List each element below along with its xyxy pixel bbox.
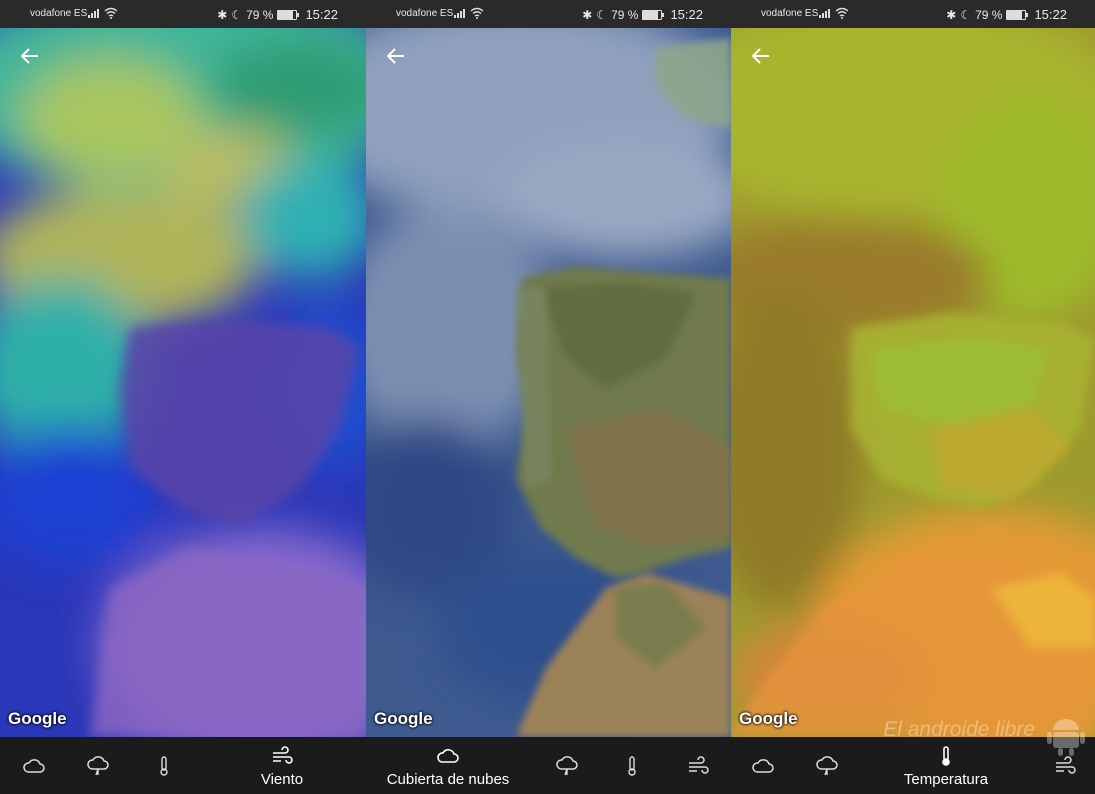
bottom-nav: Viento	[0, 737, 366, 794]
cloud-rain-icon	[816, 755, 838, 775]
tab-temperature[interactable]	[148, 737, 180, 794]
battery-percent: 79 %	[975, 7, 1003, 22]
cloud-icon	[23, 758, 45, 773]
back-arrow-icon[interactable]	[384, 44, 408, 68]
tab-temperature[interactable]: Temperatura	[901, 737, 991, 794]
wifi-icon	[104, 7, 118, 19]
moon-icon: ☾	[596, 7, 608, 22]
map-view[interactable]: Google	[0, 28, 366, 737]
tab-temperature[interactable]	[616, 737, 648, 794]
cloud-rain-icon	[556, 755, 578, 775]
android-robot-icon	[1047, 719, 1085, 756]
google-attribution: Google	[374, 709, 433, 728]
temperature-map-screen: vodafone ES ✱ ☾ 79 % 15:22 Google Temper…	[731, 0, 1095, 794]
bluetooth-icon: ✱	[217, 7, 228, 22]
bluetooth-icon: ✱	[946, 7, 957, 22]
tab-wind[interactable]	[682, 737, 714, 794]
battery-fill	[278, 10, 293, 19]
battery-icon	[642, 9, 665, 20]
google-attribution: Google	[739, 709, 798, 728]
bottom-nav: Cubierta de nubes	[366, 737, 731, 794]
tab-rain[interactable]	[811, 737, 843, 794]
battery-percent: 79 %	[246, 7, 274, 22]
clock: 15:22	[1034, 7, 1067, 22]
bottom-nav: Temperatura	[731, 737, 1095, 794]
tab-cloud[interactable]	[747, 737, 779, 794]
cloud-overlay-map	[366, 28, 731, 737]
map-view[interactable]: Google	[731, 28, 1095, 737]
signal-icon	[88, 9, 99, 18]
wind-map-screen: vodafone ES ✱ ☾ 79 % 15:22 Google Viento	[0, 0, 366, 794]
cloud-rain-icon	[87, 755, 109, 775]
clock: 15:22	[305, 7, 338, 22]
wind-icon	[689, 755, 709, 774]
back-arrow-icon[interactable]	[749, 44, 773, 68]
tab-cloud[interactable]	[18, 737, 50, 794]
cloud-icon	[437, 748, 459, 763]
tab-rain[interactable]	[82, 737, 114, 794]
tab-rain[interactable]	[551, 737, 583, 794]
active-tab-label: Viento	[260, 770, 304, 788]
watermark-text: El androide libre	[883, 718, 1035, 741]
thermometer-icon	[628, 755, 636, 776]
battery-fill	[643, 10, 658, 19]
tab-cloud[interactable]: Cubierta de nubes	[386, 737, 510, 794]
wind-icon	[1056, 755, 1076, 774]
tab-wind[interactable]: Viento	[240, 737, 324, 794]
active-tab-label: Temperatura	[903, 770, 989, 788]
map-view[interactable]: Google	[366, 28, 731, 737]
status-bar: vodafone ES ✱ ☾ 79 % 15:22	[0, 0, 366, 28]
thermometer-icon	[160, 755, 168, 776]
wind-icon	[273, 745, 293, 764]
battery-icon	[1006, 9, 1029, 20]
thermometer-icon	[942, 745, 950, 766]
cloud-icon	[752, 758, 774, 773]
wind-overlay-map	[0, 28, 366, 737]
carrier-label: vodafone ES	[761, 8, 819, 19]
battery-percent: 79 %	[611, 7, 639, 22]
cloud-map-screen: vodafone ES ✱ ☾ 79 % 15:22 Google Cubier…	[366, 0, 731, 794]
clock: 15:22	[670, 7, 703, 22]
temperature-overlay-map	[731, 28, 1095, 737]
wifi-icon	[470, 7, 484, 19]
battery-fill	[1007, 10, 1022, 19]
signal-icon	[454, 9, 465, 18]
status-bar: vodafone ES ✱ ☾ 79 % 15:22	[731, 0, 1095, 28]
battery-icon	[277, 9, 300, 20]
moon-icon: ☾	[960, 7, 972, 22]
carrier-label: vodafone ES	[396, 8, 454, 19]
wifi-icon	[835, 7, 849, 19]
google-attribution: Google	[8, 709, 67, 728]
moon-icon: ☾	[231, 7, 243, 22]
bluetooth-icon: ✱	[582, 7, 593, 22]
status-bar: vodafone ES ✱ ☾ 79 % 15:22	[366, 0, 731, 28]
back-arrow-icon[interactable]	[18, 44, 42, 68]
carrier-label: vodafone ES	[30, 8, 88, 19]
active-tab-label: Cubierta de nubes	[386, 770, 510, 788]
signal-icon	[819, 9, 830, 18]
